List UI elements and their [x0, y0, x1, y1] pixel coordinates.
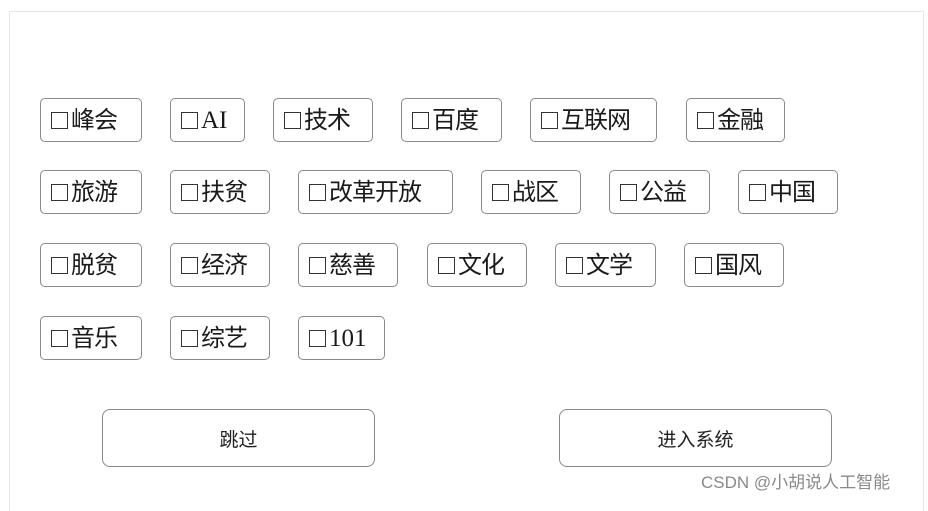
checkbox-unchecked-icon[interactable] [695, 256, 712, 274]
tag-checkbox[interactable]: 峰会 [40, 98, 142, 142]
tag-checkbox[interactable]: 扶贫 [170, 170, 270, 214]
tag-checkbox[interactable]: 慈善 [298, 243, 398, 287]
checkbox-unchecked-icon[interactable] [284, 111, 301, 129]
checkbox-unchecked-icon[interactable] [566, 256, 583, 274]
tag-checkbox[interactable]: 音乐 [40, 316, 142, 360]
tag-label: 音乐 [71, 324, 118, 352]
tag-label: 国风 [715, 251, 762, 279]
watermark: CSDN @小胡说人工智能 [701, 473, 891, 492]
tag-checkbox[interactable]: 文学 [555, 243, 656, 287]
tag-label: 脱贫 [71, 251, 118, 279]
tag-checkbox[interactable]: AI [170, 98, 245, 142]
tag-checkbox[interactable]: 金融 [686, 98, 785, 142]
tag-checkbox[interactable]: 旅游 [40, 170, 142, 214]
tag-checkbox[interactable]: 经济 [170, 243, 270, 287]
checkbox-unchecked-icon[interactable] [309, 329, 326, 347]
checkbox-unchecked-icon[interactable] [412, 111, 429, 129]
tag-checkbox[interactable]: 国风 [684, 243, 784, 287]
tag-checkbox[interactable]: 中国 [738, 170, 838, 214]
tag-label: 文学 [586, 251, 633, 279]
tag-checkbox[interactable]: 脱贫 [40, 243, 142, 287]
checkbox-unchecked-icon[interactable] [181, 111, 198, 129]
checkbox-unchecked-icon[interactable] [51, 111, 68, 129]
tag-label: 金融 [717, 106, 764, 134]
tag-label: 技术 [304, 106, 351, 134]
checkbox-unchecked-icon[interactable] [697, 111, 714, 129]
tag-label: 峰会 [71, 106, 118, 134]
tag-label: 战区 [512, 178, 559, 206]
checkbox-unchecked-icon[interactable] [51, 183, 68, 201]
tag-checkbox[interactable]: 综艺 [170, 316, 270, 360]
tag-checkbox[interactable]: 互联网 [530, 98, 657, 142]
tag-label: 改革开放 [329, 178, 422, 206]
tag-label: 互联网 [561, 106, 631, 134]
checkbox-unchecked-icon[interactable] [749, 183, 766, 201]
checkbox-unchecked-icon[interactable] [181, 183, 198, 201]
tag-label: 综艺 [201, 324, 248, 352]
tag-label: 文化 [458, 251, 505, 279]
tag-checkbox[interactable]: 文化 [427, 243, 527, 287]
checkbox-unchecked-icon[interactable] [181, 329, 198, 347]
tag-label: 公益 [640, 178, 687, 206]
tag-label: 中国 [769, 178, 816, 206]
tag-label: 慈善 [329, 251, 376, 279]
enter-system-button[interactable]: 进入系统 [559, 409, 832, 467]
checkbox-unchecked-icon[interactable] [309, 256, 326, 274]
tag-checkbox[interactable]: 技术 [273, 98, 373, 142]
checkbox-unchecked-icon[interactable] [438, 256, 455, 274]
checkbox-unchecked-icon[interactable] [492, 183, 509, 201]
tag-label: 扶贫 [201, 178, 248, 206]
checkbox-unchecked-icon[interactable] [620, 183, 637, 201]
checkbox-unchecked-icon[interactable] [51, 256, 68, 274]
tag-checkbox[interactable]: 101 [298, 316, 385, 360]
checkbox-unchecked-icon[interactable] [541, 111, 558, 129]
tag-label: 旅游 [71, 178, 118, 206]
tag-checkbox[interactable]: 战区 [481, 170, 581, 214]
tag-label: 101 [329, 324, 367, 352]
tag-label: 经济 [201, 251, 248, 279]
tag-checkbox[interactable]: 改革开放 [298, 170, 453, 214]
checkbox-unchecked-icon[interactable] [309, 183, 326, 201]
tag-label: 百度 [432, 106, 479, 134]
tag-label: AI [201, 106, 228, 134]
checkbox-unchecked-icon[interactable] [181, 256, 198, 274]
skip-button[interactable]: 跳过 [102, 409, 375, 467]
tag-checkbox[interactable]: 百度 [401, 98, 502, 142]
checkbox-unchecked-icon[interactable] [51, 329, 68, 347]
tag-checkbox[interactable]: 公益 [609, 170, 710, 214]
